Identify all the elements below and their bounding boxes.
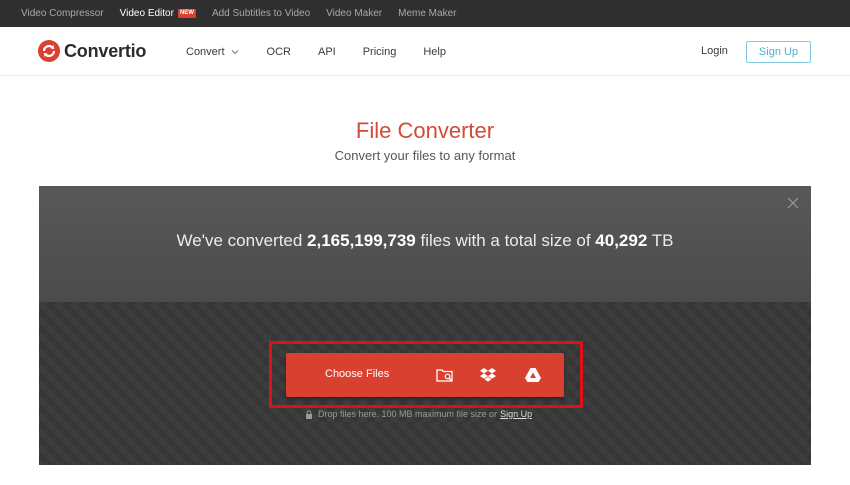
nav-convert[interactable]: Convert	[186, 46, 240, 58]
login-link[interactable]: Login	[701, 45, 728, 57]
drop-note: Drop files here. 100 MB maximum file siz…	[305, 409, 532, 419]
nav-ocr[interactable]: OCR	[267, 46, 291, 58]
choose-files-label[interactable]: Choose Files	[325, 368, 389, 380]
main-header: Convertio Convert OCR API Pricing Help L…	[0, 27, 850, 76]
new-badge: NEW	[177, 9, 196, 18]
convertio-logo-icon	[38, 40, 60, 62]
nav-help[interactable]: Help	[423, 46, 446, 58]
logo[interactable]: Convertio	[38, 40, 146, 62]
folder-search-icon[interactable]	[435, 365, 455, 385]
nav-pricing[interactable]: Pricing	[363, 46, 397, 58]
stats-text: We've converted 2,165,199,739 files with…	[39, 231, 811, 251]
page-title: File Converter	[355, 118, 495, 143]
topbar-link-video-maker[interactable]: Video Maker	[326, 8, 382, 19]
stats-banner: We've converted 2,165,199,739 files with…	[39, 186, 811, 302]
topbar-link-video-compressor[interactable]: Video Compressor	[21, 8, 104, 19]
topbar-link-video-editor[interactable]: Video Editor NEW	[120, 8, 196, 19]
drop-note-signup-link[interactable]: Sign Up	[500, 409, 532, 419]
drop-note-text: Drop files here. 100 MB maximum file siz…	[318, 409, 498, 419]
choose-files-button[interactable]: Choose Files	[286, 353, 564, 397]
topbar-link-meme-maker[interactable]: Meme Maker	[398, 8, 456, 19]
lock-icon	[306, 409, 312, 419]
stats-unit: TB	[647, 231, 674, 250]
signup-button[interactable]: Sign Up	[746, 41, 811, 63]
stats-middle: files with a total size of	[415, 231, 596, 250]
main-nav: Convert OCR API Pricing Help	[186, 27, 473, 76]
stats-prefix: We've converted	[176, 231, 308, 250]
top-tools-bar: Video Compressor Video Editor NEW Add Su…	[0, 0, 850, 27]
chevron-down-icon	[231, 49, 238, 54]
converter-box: We've converted 2,165,199,739 files with…	[39, 186, 811, 465]
files-count: 2,165,199,739	[307, 231, 416, 250]
nav-convert-label[interactable]: Convert	[186, 46, 225, 58]
total-size: 40,292	[595, 231, 648, 250]
dropbox-icon[interactable]	[478, 365, 498, 385]
page-subtitle: Convert your files to any format	[334, 148, 516, 163]
close-icon[interactable]	[786, 196, 800, 210]
topbar-link-video-editor-label[interactable]: Video Editor	[120, 8, 174, 19]
nav-api[interactable]: API	[318, 46, 336, 58]
google-drive-icon[interactable]	[523, 365, 543, 385]
topbar-link-add-subtitles[interactable]: Add Subtitles to Video	[212, 8, 310, 19]
logo-text: Convertio	[64, 40, 147, 61]
